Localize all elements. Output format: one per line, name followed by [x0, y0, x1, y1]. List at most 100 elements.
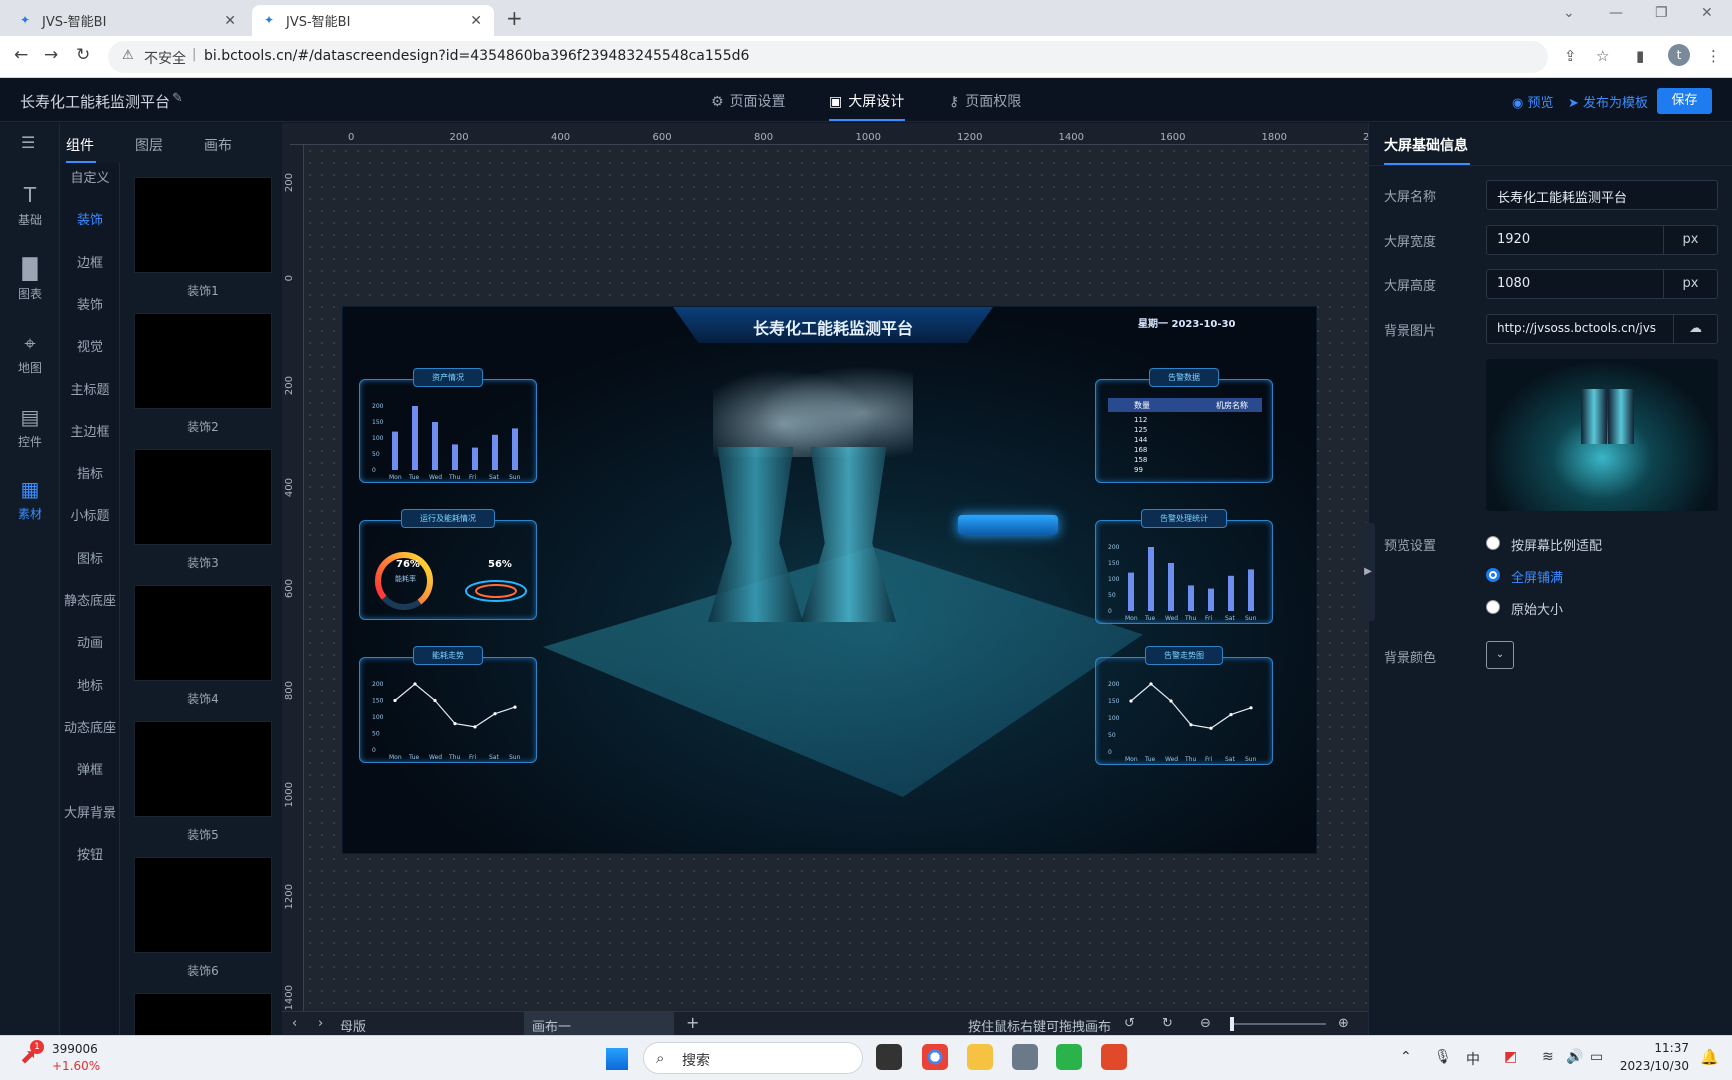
- tab-page-permissions[interactable]: ⚷ 页面权限: [949, 91, 1021, 111]
- tray-app-icon[interactable]: ◩: [1504, 1049, 1517, 1065]
- category-item[interactable]: 主边框: [60, 421, 120, 440]
- material-thumbnail[interactable]: [134, 857, 272, 953]
- undo-icon[interactable]: ↺: [1124, 1016, 1135, 1031]
- rail-item-basic[interactable]: T 基础: [0, 183, 60, 228]
- category-item[interactable]: 弹框: [60, 759, 120, 778]
- preview-button[interactable]: ◉ 预览: [1512, 92, 1554, 111]
- clock-date[interactable]: 2023/10/30: [1615, 1059, 1689, 1073]
- tab-search-icon[interactable]: ⌄: [1563, 5, 1575, 21]
- screen-width-field[interactable]: 1920 px: [1486, 225, 1718, 255]
- tab-canvas[interactable]: 画布: [204, 135, 232, 155]
- rail-item-control[interactable]: ▤ 控件: [0, 405, 60, 450]
- category-item[interactable]: 按钮: [60, 844, 120, 863]
- forward-icon[interactable]: →: [44, 45, 58, 65]
- tab-components[interactable]: 组件: [66, 135, 94, 155]
- widget-runtime[interactable]: 运行及能耗情况 76% 能耗率 56%: [359, 509, 537, 620]
- rail-item-material[interactable]: ▦ 素材: [0, 477, 60, 522]
- page-tab[interactable]: 画布一: [524, 1012, 674, 1036]
- widget-alarm-stats[interactable]: 告警处理统计 200 150 100 50 0 Mon Tue Wed Thu Fri Sat Sun: [1095, 509, 1273, 624]
- next-page-icon[interactable]: ›: [318, 1016, 323, 1031]
- material-thumbnail[interactable]: [134, 721, 272, 817]
- category-item[interactable]: 装饰: [60, 294, 120, 313]
- close-tab-icon[interactable]: ✕: [224, 13, 236, 29]
- tab-layers[interactable]: 图层: [135, 135, 163, 155]
- rail-item-map[interactable]: ⌖ 地图: [0, 331, 60, 376]
- battery-icon[interactable]: ▭: [1590, 1049, 1603, 1065]
- zoom-slider-handle[interactable]: [1230, 1017, 1234, 1031]
- wifi-icon[interactable]: ≋: [1542, 1049, 1554, 1065]
- category-item[interactable]: 自定义: [60, 167, 120, 186]
- warning-icon[interactable]: ⚠: [122, 48, 134, 63]
- zoom-out-icon[interactable]: ⊖: [1200, 1016, 1211, 1031]
- category-item[interactable]: 指标: [60, 463, 120, 482]
- zoom-slider[interactable]: [1230, 1023, 1326, 1025]
- browser-menu-icon[interactable]: ⋮: [1706, 47, 1721, 65]
- settings-icon[interactable]: [1012, 1044, 1038, 1070]
- add-page-icon[interactable]: +: [686, 1013, 699, 1032]
- material-thumbnail[interactable]: [134, 177, 272, 273]
- material-thumbnail[interactable]: [134, 313, 272, 409]
- upload-cloud-icon[interactable]: ☁: [1673, 315, 1717, 343]
- window-close-icon[interactable]: ✕: [1701, 5, 1713, 21]
- widget-alarm-data[interactable]: 告警数据 数量 机房名称 11212514416815899120: [1095, 368, 1273, 483]
- file-explorer-icon[interactable]: [967, 1044, 993, 1070]
- clock-time[interactable]: 11:37: [1625, 1041, 1689, 1055]
- restore-icon[interactable]: ❐: [1655, 5, 1668, 21]
- publish-template-button[interactable]: ➤ 发布为模板: [1568, 92, 1648, 111]
- minimize-icon[interactable]: —: [1609, 5, 1623, 21]
- share-icon[interactable]: ⇪: [1564, 47, 1577, 65]
- master-page-tab[interactable]: 母版: [340, 1016, 366, 1035]
- radio-fit-ratio[interactable]: [1486, 536, 1500, 550]
- radio-label[interactable]: 按屏幕比例适配: [1511, 535, 1602, 554]
- screen-preview[interactable]: 长寿化工能耗监测平台 星期一 2023-10-30 资产情况 200 150 100…: [342, 306, 1317, 854]
- edit-pencil-icon[interactable]: ✎: [172, 91, 183, 106]
- material-thumbnail[interactable]: [134, 585, 272, 681]
- radio-label[interactable]: 原始大小: [1511, 599, 1563, 618]
- new-tab-icon[interactable]: +: [506, 6, 523, 30]
- browser-tab[interactable]: ✦ JVS-智能BI ✕: [8, 5, 248, 36]
- widget-alarm-trend[interactable]: 告警走势图 200 150 100 50 0 Mon Tue Wed Thu Fri Sat Sun: [1095, 646, 1273, 765]
- back-icon[interactable]: ←: [14, 45, 28, 65]
- stock-value[interactable]: 399006: [52, 1042, 98, 1056]
- menu-icon[interactable]: ☰: [21, 133, 35, 152]
- radio-label[interactable]: 全屏铺满: [1511, 567, 1563, 586]
- screen-height-field[interactable]: 1080 px: [1486, 269, 1718, 299]
- close-tab-icon[interactable]: ✕: [470, 13, 482, 29]
- taskbar-search[interactable]: ⌕ 搜索: [643, 1042, 863, 1074]
- app-icon[interactable]: [1101, 1044, 1127, 1070]
- redo-icon[interactable]: ↻: [1162, 1016, 1173, 1031]
- save-button[interactable]: 保存: [1657, 88, 1712, 114]
- background-image-field[interactable]: http://jvsoss.bctools.cn/jvs ☁: [1486, 314, 1718, 344]
- category-item[interactable]: 地标: [60, 675, 120, 694]
- category-item[interactable]: 静态底座: [60, 590, 120, 609]
- radio-original-size[interactable]: [1486, 600, 1500, 614]
- category-item[interactable]: 小标题: [60, 505, 120, 524]
- category-item[interactable]: 边框: [60, 252, 120, 271]
- category-item[interactable]: 视觉: [60, 336, 120, 355]
- reload-icon[interactable]: ↻: [76, 45, 90, 65]
- color-picker[interactable]: ⌄: [1486, 641, 1514, 669]
- chevron-up-icon[interactable]: ⌃: [1400, 1049, 1412, 1065]
- material-thumbnail[interactable]: [134, 993, 272, 1035]
- category-item[interactable]: 动画: [60, 632, 120, 651]
- browser-tab-active[interactable]: ✦ JVS-智能BI ✕: [252, 5, 494, 36]
- side-panel-icon[interactable]: ▮: [1636, 47, 1644, 65]
- volume-icon[interactable]: 🔊: [1566, 1049, 1583, 1065]
- notification-bell-icon[interactable]: 🔔: [1700, 1048, 1719, 1066]
- ime-indicator[interactable]: 中: [1466, 1049, 1480, 1069]
- rail-item-chart[interactable]: ▐▌ 图表: [0, 257, 60, 302]
- url-field[interactable]: ⚠ 不安全 | bi.bctools.cn/#/datascreendesign…: [108, 41, 1548, 73]
- url-text[interactable]: bi.bctools.cn/#/datascreendesign?id=4354…: [204, 48, 749, 64]
- category-item[interactable]: 动态底座: [60, 717, 120, 736]
- category-item[interactable]: 图标: [60, 548, 120, 567]
- tab-page-settings[interactable]: ⚙ 页面设置: [711, 91, 786, 111]
- radio-fullscreen[interactable]: [1486, 568, 1500, 582]
- chrome-icon[interactable]: [922, 1044, 948, 1070]
- category-item[interactable]: 主标题: [60, 379, 120, 398]
- category-item[interactable]: 大屏背景: [60, 802, 120, 821]
- microphone-icon[interactable]: 🎙: [1434, 1049, 1452, 1065]
- material-thumbnail[interactable]: [134, 449, 272, 545]
- profile-avatar[interactable]: t: [1668, 44, 1690, 66]
- tab-screen-design[interactable]: ▣ 大屏设计: [829, 91, 904, 111]
- wechat-icon[interactable]: [1056, 1044, 1082, 1070]
